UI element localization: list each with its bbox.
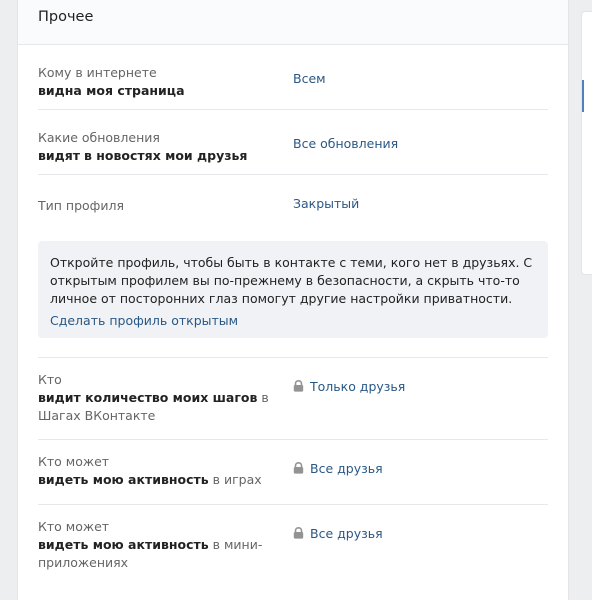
setting-row-games-activity: Кто может видеть мою активность в играх … <box>38 440 548 505</box>
info-box-text: Откройте профиль, чтобы быть в контакте … <box>50 255 533 306</box>
setting-value-text[interactable]: Все обновления <box>293 135 398 153</box>
open-profile-info-box: Откройте профиль, чтобы быть в контакте … <box>38 241 548 338</box>
divider <box>38 338 548 358</box>
make-profile-open-link[interactable]: Сделать профиль открытым <box>50 312 238 330</box>
setting-value-steps-visibility[interactable]: Только друзья <box>293 378 405 396</box>
setting-label-bold: в новостях мои друзья <box>84 148 248 163</box>
setting-row-profile-type: Тип профиля Закрытый <box>38 175 548 241</box>
setting-label-bold: видна моя страница <box>38 83 185 98</box>
setting-row-page-visibility: Кому в интернете видна моя страница Всем <box>38 45 548 110</box>
setting-value-text[interactable]: Только друзья <box>310 378 405 396</box>
setting-label: Кто видит количество моих шагов в Шагах … <box>38 371 288 425</box>
setting-label: Тип профиля <box>38 197 288 215</box>
setting-label-prefix: Кто <box>38 372 62 387</box>
setting-value-profile-type[interactable]: Закрытый <box>293 195 359 213</box>
setting-label-suffix: в играх <box>208 472 262 487</box>
setting-label-prefix: Тип профиля <box>38 198 124 213</box>
setting-label-bold: видеть мою активность <box>38 472 209 487</box>
setting-value-miniapps-activity[interactable]: Все друзья <box>293 525 383 543</box>
right-menu-card <box>582 12 592 274</box>
setting-row-news-updates: Какие обновления видят в новостях мои др… <box>38 110 548 175</box>
section-title: Прочее <box>38 9 94 25</box>
setting-row-miniapps-activity: Кто может видеть мою активность в мини-п… <box>38 505 548 587</box>
privacy-panel: Прочее Кому в интернете видна моя страни… <box>18 0 568 600</box>
setting-label: Какие обновления видят в новостях мои др… <box>38 129 288 165</box>
setting-value-games-activity[interactable]: Все друзья <box>293 460 383 478</box>
section-header: Прочее <box>18 0 568 45</box>
lock-icon <box>293 380 304 392</box>
setting-value-news-updates[interactable]: Все обновления <box>293 135 398 153</box>
setting-label-prefix: Какие обновления <box>38 130 160 145</box>
lock-icon <box>293 527 304 539</box>
setting-label-bold: видит количество моих шагов <box>38 390 258 405</box>
setting-value-text[interactable]: Все друзья <box>310 525 383 543</box>
setting-value-text[interactable]: Всем <box>293 70 326 88</box>
setting-label-prefix: Кто может <box>38 519 110 534</box>
lock-icon <box>293 462 304 474</box>
setting-label: Кто может видеть мою активность в мини-п… <box>38 518 288 572</box>
setting-label-prefix: Кому в интернете <box>38 65 157 80</box>
privacy-settings-list: Кому в интернете видна моя страница Всем… <box>38 45 548 587</box>
setting-label-prefix: Кто может <box>38 454 110 469</box>
setting-label-bold: видеть мою активность <box>38 537 209 552</box>
setting-value-text[interactable]: Все друзья <box>310 460 383 478</box>
setting-label: Кому в интернете видна моя страница <box>38 64 288 100</box>
right-menu-active-indicator <box>582 80 584 112</box>
setting-value-page-visibility[interactable]: Всем <box>293 70 326 88</box>
setting-label: Кто может видеть мою активность в играх <box>38 453 288 489</box>
setting-value-text[interactable]: Закрытый <box>293 195 359 213</box>
setting-row-steps-visibility: Кто видит количество моих шагов в Шагах … <box>38 358 548 440</box>
setting-label-bold-part: видят <box>38 148 81 163</box>
